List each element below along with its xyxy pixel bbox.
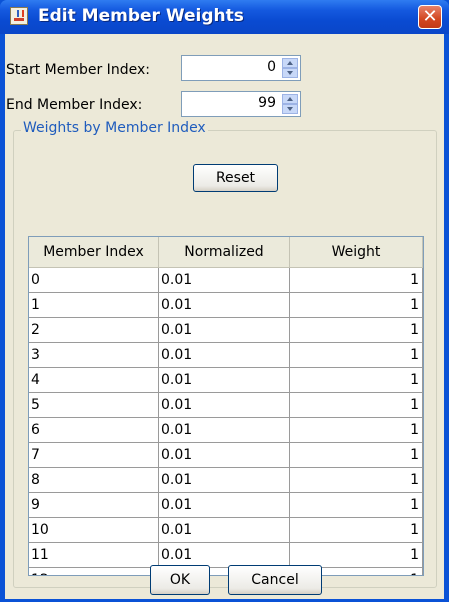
weight-cell[interactable]: 1 — [290, 468, 423, 493]
normalized-cell[interactable]: 0.01 — [159, 268, 290, 293]
weights-table: Member Index Normalized Weight 0 0.01 1 1 0.… — [28, 236, 424, 576]
column-header-normalized[interactable]: Normalized — [159, 237, 290, 267]
normalized-cell[interactable]: 0.01 — [159, 418, 290, 443]
normalized-cell[interactable]: 0.01 — [159, 343, 290, 368]
weight-cell[interactable]: 1 — [290, 518, 423, 543]
table-row[interactable]: 9 0.01 1 — [29, 493, 423, 518]
close-button[interactable]: ✕ — [418, 5, 442, 29]
member-index-cell[interactable]: 1 — [29, 293, 159, 318]
normalized-cell[interactable]: 0.01 — [159, 318, 290, 343]
table-header: Member Index Normalized Weight — [29, 237, 423, 268]
member-index-cell[interactable]: 11 — [29, 543, 159, 568]
table-row[interactable]: 1 0.01 1 — [29, 293, 423, 318]
end-member-index-spinner[interactable]: 99 — [181, 91, 301, 117]
table-row[interactable]: 8 0.01 1 — [29, 468, 423, 493]
weight-cell[interactable]: 1 — [290, 393, 423, 418]
spinner-up-icon[interactable] — [282, 94, 298, 104]
start-member-index-value[interactable]: 0 — [267, 59, 276, 75]
title-bar[interactable]: Edit Member Weights ✕ — [0, 0, 449, 34]
table-row[interactable]: 120.011 — [29, 568, 423, 575]
table-row[interactable]: 7 0.01 1 — [29, 443, 423, 468]
table-row[interactable]: 5 0.01 1 — [29, 393, 423, 418]
table-row[interactable]: 11 0.01 1 — [29, 543, 423, 568]
weight-cell[interactable]: 1 — [290, 443, 423, 468]
weight-cell[interactable]: 1 — [290, 293, 423, 318]
normalized-cell[interactable]: 0.01 — [159, 368, 290, 393]
dialog-content: Start Member Index: 0 End Member Index: … — [5, 34, 444, 599]
member-index-cell[interactable]: 4 — [29, 368, 159, 393]
member-index-cell[interactable]: 0 — [29, 268, 159, 293]
table-row[interactable]: 2 0.01 1 — [29, 318, 423, 343]
member-index-cell[interactable]: 12 — [29, 568, 159, 575]
weights-group-title: Weights by Member Index — [21, 120, 208, 136]
member-index-cell[interactable]: 7 — [29, 443, 159, 468]
table-row[interactable]: 4 0.01 1 — [29, 368, 423, 393]
end-member-index-label: End Member Index: — [6, 97, 143, 113]
table-row[interactable]: 0 0.01 1 — [29, 268, 423, 293]
weight-cell[interactable]: 1 — [290, 343, 423, 368]
member-index-cell[interactable]: 6 — [29, 418, 159, 443]
end-member-index-value[interactable]: 99 — [258, 95, 276, 111]
cancel-button[interactable]: Cancel — [228, 565, 322, 595]
weight-cell[interactable]: 1 — [290, 318, 423, 343]
weight-cell[interactable]: 1 — [290, 418, 423, 443]
table-row[interactable]: 6 0.01 1 — [29, 418, 423, 443]
spinner-down-icon[interactable] — [282, 104, 298, 114]
normalized-cell[interactable]: 0.01 — [159, 468, 290, 493]
ok-button[interactable]: OK — [150, 565, 210, 595]
normalized-cell[interactable]: 0.01 — [159, 393, 290, 418]
java-app-icon — [10, 7, 28, 25]
window-title: Edit Member Weights — [38, 6, 244, 26]
table-row[interactable]: 3 0.01 1 — [29, 343, 423, 368]
normalized-cell[interactable]: 0.01 — [159, 518, 290, 543]
start-member-index-spinner[interactable]: 0 — [181, 55, 301, 81]
normalized-cell[interactable]: 0.01 — [159, 443, 290, 468]
spinner-down-icon[interactable] — [282, 68, 298, 78]
member-index-cell[interactable]: 9 — [29, 493, 159, 518]
close-icon: ✕ — [422, 6, 438, 27]
member-index-cell[interactable]: 2 — [29, 318, 159, 343]
member-index-cell[interactable]: 5 — [29, 393, 159, 418]
start-member-index-label: Start Member Index: — [6, 62, 150, 78]
reset-button[interactable]: Reset — [193, 164, 278, 192]
column-header-weight[interactable]: Weight — [290, 237, 423, 267]
member-index-cell[interactable]: 3 — [29, 343, 159, 368]
member-index-cell[interactable]: 10 — [29, 518, 159, 543]
dialog-window: Edit Member Weights ✕ Start Member Index… — [0, 0, 449, 602]
normalized-cell[interactable]: 0.01 — [159, 493, 290, 518]
normalized-cell[interactable]: 0.01 — [159, 293, 290, 318]
column-header-member-index[interactable]: Member Index — [29, 237, 159, 267]
spinner-up-icon[interactable] — [282, 58, 298, 68]
weight-cell[interactable]: 1 — [290, 493, 423, 518]
weight-cell[interactable]: 1 — [290, 268, 423, 293]
weight-cell[interactable]: 1 — [290, 368, 423, 393]
member-index-cell[interactable]: 8 — [29, 468, 159, 493]
table-row[interactable]: 10 0.01 1 — [29, 518, 423, 543]
